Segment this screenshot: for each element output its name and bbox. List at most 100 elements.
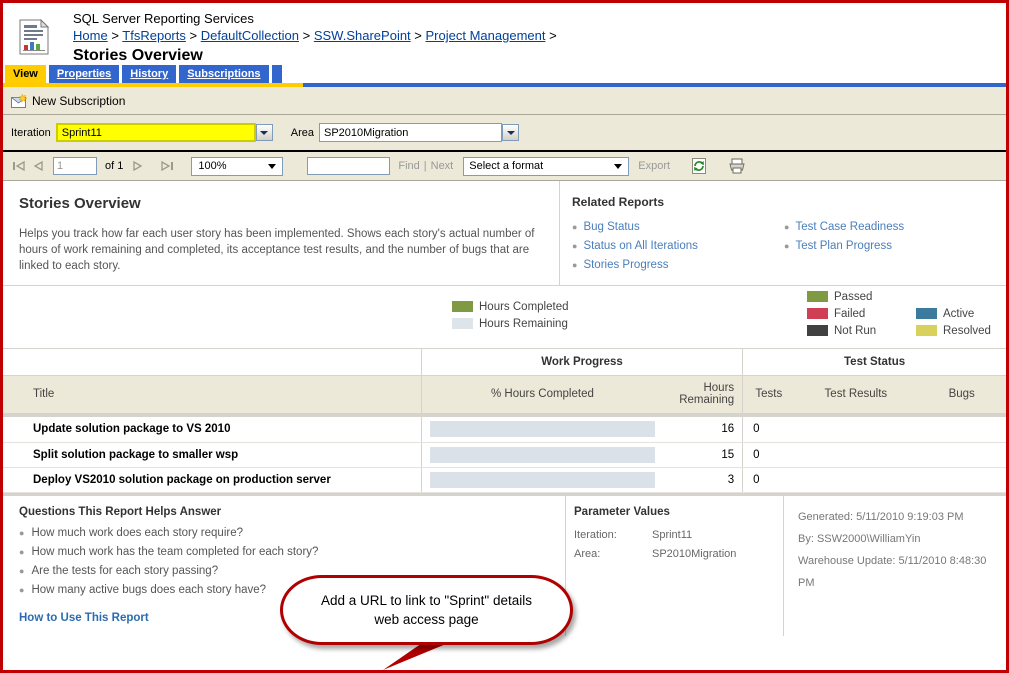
legend-swatch-hours-completed [452,301,473,312]
report-description-text: Helps you track how far each user story … [19,228,535,272]
legend-swatch-failed [807,308,828,319]
related-report-test-case-readiness[interactable]: ● Test Case Readiness [784,218,996,237]
related-report-label: Stories Progress [583,259,669,271]
export-format-select[interactable]: Select a format [463,156,630,176]
legend-label: Not Run [834,324,877,337]
column-header-test-results: Test Results [794,375,918,414]
parameter-value: SP2010Migration [652,548,737,560]
bullet-icon: ● [572,241,578,251]
parameter-key: Area: [574,548,601,560]
breadcrumb-sep: > [111,28,119,43]
legend-item-passed: Passed [807,288,876,305]
legend-swatch-resolved [916,325,937,336]
next-button[interactable]: Next [431,160,454,172]
tab-history[interactable]: History [122,65,177,83]
legend-item-active: Active [916,305,991,322]
legend-label: Active [943,307,975,320]
legend-swatch-not-run [807,325,828,336]
tab-underline-bars [3,83,1006,87]
bullet-icon: ● [19,528,25,538]
table-row[interactable]: Update solution package to VS 2010 16 0 [3,417,1006,443]
group-header-blank [3,349,422,376]
bullet-icon: ● [784,241,790,251]
breadcrumb-link-defaultcollection[interactable]: DefaultCollection [201,28,299,43]
questions-title: Questions This Report Helps Answer [19,506,222,518]
parameter-bar: Iteration Sprint11 Area SP2010Migration [3,115,1006,152]
cell-tests: 0 [742,442,795,468]
next-page-button[interactable] [127,156,147,176]
related-reports-lists: ● Bug Status ● Status on All Iterations … [572,218,996,275]
area-select[interactable]: SP2010Migration [319,123,502,142]
area-dropdown-button[interactable] [502,124,519,141]
breadcrumb-link-ssw-sharepoint[interactable]: SSW.SharePoint [314,28,411,43]
new-subscription-link[interactable]: New Subscription [32,94,125,108]
print-icon[interactable] [728,157,746,175]
last-page-button[interactable] [157,156,177,176]
table-row[interactable]: Deploy VS2010 solution package on produc… [3,467,1006,493]
column-header-hours-remaining: Hours Remaining [662,375,743,414]
parameter-values-title: Parameter Values [574,506,670,518]
refresh-icon[interactable] [690,157,708,175]
table-row[interactable]: Split solution package to smaller wsp 15… [3,442,1006,468]
legend-swatch-passed [807,291,828,302]
bullet-icon: ● [19,547,25,557]
iteration-select[interactable]: Sprint11 [55,123,256,142]
progress-bar-track [429,471,655,488]
first-page-button[interactable] [9,156,29,176]
find-button[interactable]: Find [398,160,419,172]
report-summary-section: Stories Overview Helps you track how far… [3,181,1006,286]
cell-story-title: Deploy VS2010 solution package on produc… [3,467,422,493]
subscription-bar: New Subscription [3,87,1006,115]
breadcrumb: Home > TfsReports > DefaultCollection > … [73,27,1006,45]
previous-page-button[interactable] [29,156,49,176]
breadcrumb-link-home[interactable]: Home [73,28,108,43]
question-label: How much work does each story require? [31,527,244,539]
related-reports-title: Related Reports [572,195,665,209]
tab-subscriptions[interactable]: Subscriptions [179,65,269,83]
cell-bugs [917,467,1006,493]
iteration-dropdown-button[interactable] [255,124,273,141]
cell-bugs [917,417,1006,443]
bullet-icon: ● [572,260,578,270]
related-report-stories-progress[interactable]: ● Stories Progress [572,256,784,275]
progress-bar-track [429,446,655,463]
related-report-test-plan-progress[interactable]: ● Test Plan Progress [784,237,996,256]
table-group-header-row: Work Progress Test Status [3,349,1006,376]
page-number-input[interactable] [53,157,97,175]
table-header-row: Title % Hours Completed Hours Remaining … [3,375,1006,414]
find-input[interactable] [307,157,391,175]
cell-progress-bar [420,442,663,468]
parameter-key: Iteration: [574,529,617,541]
cell-hours-remaining: 16 [662,417,743,443]
find-next-separator: | [423,160,427,172]
breadcrumb-sep: > [189,28,198,43]
related-report-status-all-iterations[interactable]: ● Status on All Iterations [572,237,784,256]
cell-progress-bar [420,417,663,443]
callout-line-1: Add a URL to link to "Sprint" details [321,593,532,608]
column-header-title: Title [3,375,422,414]
question-item: ● How much work has the team completed f… [19,543,549,562]
question-label: Are the tests for each story passing? [31,565,219,577]
breadcrumb-link-tfsreports[interactable]: TfsReports [122,28,186,43]
breadcrumb-sep: > [302,28,311,43]
report-heading: Stories Overview [19,195,141,212]
zoom-select[interactable]: 100% [191,156,284,176]
tab-view[interactable]: View [5,65,46,83]
page-count-label: of 1 [105,160,124,172]
tab-properties[interactable]: Properties [48,65,120,83]
report-content: Stories Overview Helps you track how far… [3,181,1006,636]
report-document-icon [19,18,50,55]
export-button[interactable]: Export [638,160,670,172]
cell-bugs [917,442,1006,468]
callout-text: Add a URL to link to "Sprint" details we… [321,591,532,629]
blue-underline-bar [303,83,1006,87]
related-report-label: Test Plan Progress [795,240,892,252]
area-label: Area [290,126,314,139]
stories-table: Work Progress Test Status Title % Hours … [3,349,1006,496]
area-value: SP2010Migration [324,126,409,139]
related-report-bug-status[interactable]: ● Bug Status [572,218,784,237]
breadcrumb-sep: > [549,28,557,43]
parameter-value-row: Area: SP2010Migration [574,545,773,564]
breadcrumb-link-project-management[interactable]: Project Management [426,28,546,43]
legend-label: Resolved [943,324,991,337]
